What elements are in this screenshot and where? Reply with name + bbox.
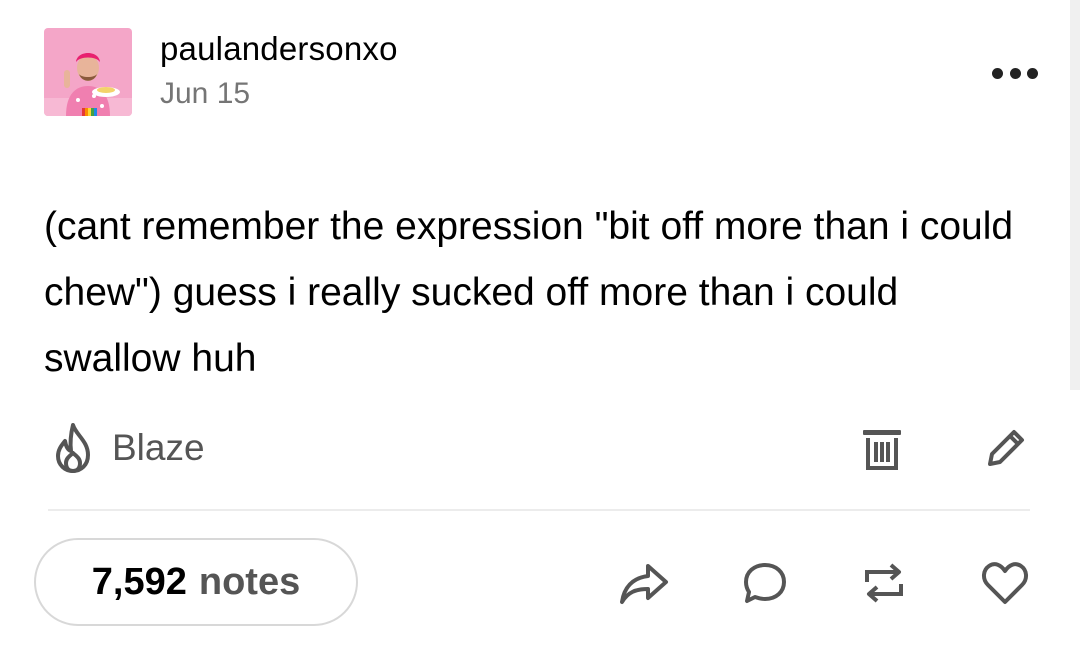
- scrollbar[interactable]: [1070, 0, 1080, 390]
- comment-icon: [744, 563, 786, 603]
- blaze-label: Blaze: [112, 427, 205, 468]
- avatar[interactable]: [44, 28, 132, 116]
- notes-label: notes: [198, 560, 301, 603]
- trash-icon: [863, 430, 901, 470]
- divider: [48, 509, 1030, 511]
- blaze-button[interactable]: Blaze: [48, 420, 205, 476]
- username[interactable]: paulandersonxo: [160, 30, 398, 68]
- reply-button[interactable]: [738, 556, 792, 610]
- share-icon: [620, 564, 668, 604]
- share-button[interactable]: [615, 556, 673, 610]
- heart-icon: [982, 562, 1028, 604]
- avatar-image: [44, 28, 132, 116]
- pencil-icon: [988, 430, 1024, 466]
- edit-button[interactable]: [978, 422, 1032, 476]
- reblog-button[interactable]: [856, 556, 912, 610]
- post-body: (cant remember the expression "bit off m…: [44, 205, 1014, 380]
- more-options-icon: [992, 67, 1003, 79]
- post-date[interactable]: Jun 15: [160, 77, 250, 111]
- more-options-button[interactable]: [992, 66, 1038, 80]
- flame-icon: [56, 423, 90, 473]
- notes-button[interactable]: 7,592 notes: [34, 538, 358, 626]
- like-button[interactable]: [976, 556, 1034, 610]
- notes-count: 7,592: [91, 560, 187, 603]
- reblog-icon: [865, 563, 903, 603]
- delete-button[interactable]: [855, 422, 909, 476]
